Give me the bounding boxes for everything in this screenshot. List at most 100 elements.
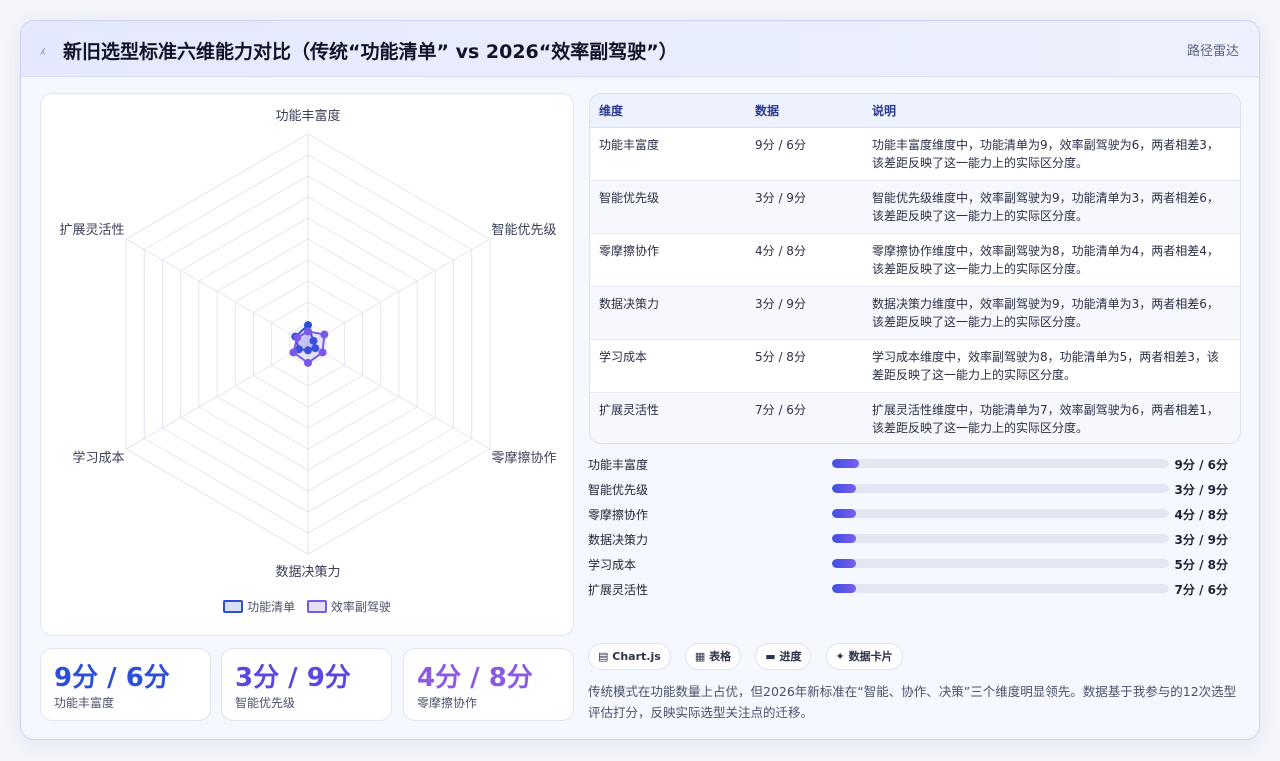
progress-label: 零摩擦协作 bbox=[588, 508, 649, 522]
legend-label-series-2: 效率副驾驶 bbox=[330, 600, 391, 614]
legend-item-series-2[interactable]: 效率副驾驶 bbox=[306, 598, 391, 615]
legend-swatch-series-1 bbox=[223, 600, 244, 613]
progress-track bbox=[832, 534, 1169, 543]
stat-card-3: 4分 / 8分 零摩擦协作 bbox=[403, 648, 574, 721]
dashboard-card: ⁁ 新旧选型标准六维能力对比（传统“功能清单” vs 2026“效率副驾驶”） … bbox=[20, 20, 1260, 740]
cell-description: 零摩擦协作维度中，效率副驾驶为8，功能清单为4，两者相差4，该差距反映了这一能力… bbox=[872, 243, 1219, 276]
table-row: 学习成本 5分 / 8分 学习成本维度中，效率副驾驶为8，功能清单为5，两者相差… bbox=[590, 339, 1240, 392]
chip-label: 进度 bbox=[779, 650, 802, 663]
chip-chartjs[interactable]: ▤ Chart.js bbox=[588, 643, 671, 670]
progress-row: 零摩擦协作 4分 / 8分 bbox=[588, 502, 1233, 527]
stat-label: 智能优先级 bbox=[235, 696, 296, 710]
cell-description: 学习成本维度中，效率副驾驶为8，功能清单为5，两者相差3，该差距反映了这一能力上… bbox=[872, 349, 1219, 382]
radar-axis-label: 智能优先级 bbox=[491, 223, 556, 238]
progress-row: 智能优先级 3分 / 9分 bbox=[588, 477, 1233, 502]
progress-value: 9分 / 6分 bbox=[1174, 458, 1228, 472]
sparkline-icon: ⁁ bbox=[41, 39, 45, 55]
radar-axis-label: 零摩擦协作 bbox=[491, 450, 556, 466]
cell-dimension: 扩展灵活性 bbox=[599, 402, 660, 417]
progress-value: 3分 / 9分 bbox=[1174, 533, 1228, 547]
progress-icon: ▬ bbox=[765, 650, 776, 663]
column-header-description: 说明 bbox=[863, 94, 1240, 128]
chip-data-cards[interactable]: ✦ 数据卡片 bbox=[825, 643, 903, 670]
cell-data: 5分 / 8分 bbox=[755, 349, 806, 364]
chip-label: Chart.js bbox=[612, 650, 661, 663]
cell-dimension: 学习成本 bbox=[599, 349, 648, 364]
table-row: 智能优先级 3分 / 9分 智能优先级维度中，效率副驾驶为9，功能清单为3，两者… bbox=[590, 180, 1240, 233]
stat-value: 9分 / 6分 bbox=[54, 663, 170, 693]
table-icon: ▦ bbox=[694, 650, 706, 663]
sparkle-icon: ✦ bbox=[835, 650, 845, 663]
stat-value: 3分 / 9分 bbox=[235, 663, 351, 693]
radar-point[interactable] bbox=[293, 333, 302, 342]
stat-value: 4分 / 8分 bbox=[417, 663, 533, 693]
progress-track bbox=[832, 459, 1169, 468]
header-badge: 路径雷达 bbox=[1186, 44, 1239, 59]
progress-value: 4分 / 8分 bbox=[1174, 508, 1228, 522]
column-header-data: 数据 bbox=[746, 94, 863, 128]
cell-data: 3分 / 9分 bbox=[755, 296, 806, 311]
progress-fill bbox=[832, 559, 856, 568]
progress-fill bbox=[832, 459, 859, 468]
cell-dimension: 功能丰富度 bbox=[599, 137, 660, 152]
cell-description: 扩展灵活性维度中，功能清单为7，效率副驾驶为6，两者相差1，该差距反映了这一能力… bbox=[872, 402, 1219, 435]
cell-data: 7分 / 6分 bbox=[755, 402, 806, 417]
progress-track bbox=[832, 584, 1169, 593]
progress-track bbox=[832, 484, 1169, 493]
cell-data: 4分 / 8分 bbox=[755, 243, 806, 258]
progress-row: 学习成本 5分 / 8分 bbox=[588, 552, 1233, 577]
chart-icon: ▤ bbox=[598, 650, 609, 663]
comparison-table: 维度 数据 说明 功能丰富度 9分 / 6分 功能丰富度维度中，功能清单为9，效… bbox=[589, 93, 1241, 444]
radar-point[interactable] bbox=[304, 327, 312, 336]
radar-point[interactable] bbox=[289, 348, 298, 357]
table-row: 功能丰富度 9分 / 6分 功能丰富度维度中，功能清单为9，效率副驾驶为6，两者… bbox=[590, 127, 1240, 180]
view-chips: ▤ Chart.js ▦ 表格 ▬ 进度 ✦ 数据卡片 bbox=[588, 643, 912, 670]
table-row: 零摩擦协作 4分 / 8分 零摩擦协作维度中，效率副驾驶为8，功能清单为4，两者… bbox=[590, 233, 1240, 286]
radar-point[interactable] bbox=[318, 348, 327, 357]
progress-row: 扩展灵活性 7分 / 6分 bbox=[588, 577, 1233, 602]
cell-description: 智能优先级维度中，效率副驾驶为9，功能清单为3，两者相差6，该差距反映了这一能力… bbox=[872, 190, 1219, 223]
legend-item-series-1[interactable]: 功能清单 bbox=[223, 598, 295, 615]
chip-label: 表格 bbox=[709, 650, 732, 663]
progress-value: 7分 / 6分 bbox=[1174, 583, 1228, 597]
stat-card-1: 9分 / 6分 功能丰富度 bbox=[40, 648, 211, 721]
cell-data: 9分 / 6分 bbox=[755, 137, 806, 152]
radar-axis-label: 学习成本 bbox=[73, 450, 125, 466]
progress-label: 智能优先级 bbox=[588, 483, 649, 497]
radar-point[interactable] bbox=[304, 358, 312, 367]
progress-list: 功能丰富度 9分 / 6分 智能优先级 3分 / 9分 零摩擦协作 4分 / 8… bbox=[588, 452, 1233, 602]
progress-row: 功能丰富度 9分 / 6分 bbox=[588, 452, 1233, 477]
table-header-row: 维度 数据 说明 bbox=[590, 94, 1240, 128]
radar-axis-label: 扩展灵活性 bbox=[60, 223, 125, 238]
radar-point[interactable] bbox=[320, 330, 329, 339]
legend-label-series-1: 功能清单 bbox=[247, 600, 296, 614]
progress-label: 数据决策力 bbox=[588, 533, 649, 547]
progress-value: 5分 / 8分 bbox=[1174, 558, 1228, 572]
cell-dimension: 智能优先级 bbox=[599, 190, 660, 205]
chip-table[interactable]: ▦ 表格 bbox=[684, 643, 742, 670]
radar-axis-label: 数据决策力 bbox=[275, 564, 340, 580]
chart-legend: 功能清单 效率副驾驶 bbox=[41, 598, 573, 615]
progress-track bbox=[832, 509, 1169, 518]
table-row: 扩展灵活性 7分 / 6分 扩展灵活性维度中，功能清单为7，效率副驾驶为6，两者… bbox=[590, 392, 1240, 443]
cell-description: 数据决策力维度中，效率副驾驶为9，功能清单为3，两者相差6，该差距反映了这一能力… bbox=[872, 296, 1219, 329]
column-header-dimension: 维度 bbox=[590, 94, 746, 128]
progress-label: 学习成本 bbox=[588, 558, 637, 572]
progress-row: 数据决策力 3分 / 9分 bbox=[588, 527, 1233, 552]
cell-dimension: 数据决策力 bbox=[599, 296, 660, 311]
summary-text: 传统模式在功能数量上占优，但2026年新标准在“智能、协作、决策”三个维度明显领… bbox=[588, 684, 1237, 720]
progress-track bbox=[832, 559, 1169, 568]
progress-fill bbox=[832, 509, 856, 518]
progress-label: 扩展灵活性 bbox=[588, 583, 649, 597]
cell-description: 功能丰富度维度中，功能清单为9，效率副驾驶为6，两者相差3，该差距反映了这一能力… bbox=[872, 137, 1219, 170]
chip-progress[interactable]: ▬ 进度 bbox=[755, 643, 812, 670]
radar-panel: 功能丰富度智能优先级零摩擦协作数据决策力 学习成本 扩展灵活性 功能清单 效率副驾驶 bbox=[40, 93, 574, 636]
table-row: 数据决策力 3分 / 9分 数据决策力维度中，效率副驾驶为9，功能清单为3，两者… bbox=[590, 286, 1240, 339]
stat-label: 功能丰富度 bbox=[54, 696, 115, 710]
radar-axis-label: 功能丰富度 bbox=[275, 108, 340, 124]
cell-dimension: 零摩擦协作 bbox=[599, 243, 660, 258]
progress-fill bbox=[832, 534, 856, 543]
progress-value: 3分 / 9分 bbox=[1174, 483, 1228, 497]
stat-card-2: 3分 / 9分 智能优先级 bbox=[221, 648, 392, 721]
stat-label: 零摩擦协作 bbox=[417, 696, 478, 710]
